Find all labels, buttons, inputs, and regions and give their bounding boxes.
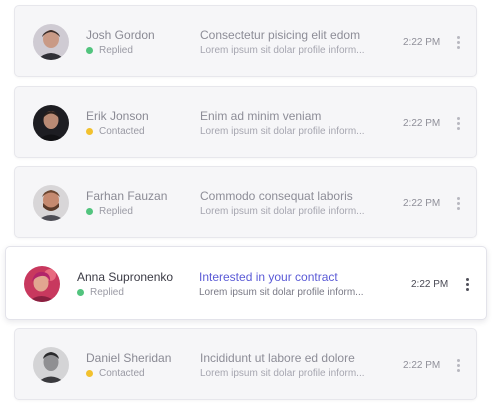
- status-label: Contacted: [99, 126, 145, 137]
- conversation-card[interactable]: Erik Jonson Contacted Enim ad minim veni…: [14, 86, 477, 158]
- message-subject: Enim ad minim veniam: [200, 109, 322, 123]
- kebab-menu-icon[interactable]: [454, 358, 464, 374]
- status-label: Replied: [99, 206, 133, 217]
- message-preview: Lorem ipsum sit dolar profile inform...: [200, 206, 365, 217]
- message-subject: Incididunt ut labore ed dolore: [200, 351, 355, 365]
- status-dot: [86, 370, 93, 377]
- contact-name: Farhan Fauzan: [86, 189, 168, 203]
- conversation-card[interactable]: Daniel Sheridan Contacted Incididunt ut …: [14, 328, 477, 400]
- message-preview: Lorem ipsum sit dolar profile inform...: [199, 287, 364, 298]
- conversation-card[interactable]: Farhan Fauzan Replied Commodo consequat …: [14, 166, 477, 238]
- message-subject: Consectetur pisicing elit edom: [200, 28, 361, 42]
- message-preview: Lorem ipsum sit dolar profile inform...: [200, 368, 365, 379]
- message-time: 2:22 PM: [403, 360, 441, 371]
- contact-name: Anna Supronenko: [77, 270, 174, 284]
- status-dot: [86, 208, 93, 215]
- status-dot: [77, 289, 84, 296]
- message-preview: Lorem ipsum sit dolar profile inform...: [200, 126, 365, 137]
- contact-name: Daniel Sheridan: [86, 351, 172, 365]
- contact-name: Erik Jonson: [86, 109, 149, 123]
- avatar: [33, 185, 69, 221]
- message-time: 2:22 PM: [411, 279, 449, 290]
- message-preview: Lorem ipsum sit dolar profile inform...: [200, 45, 365, 56]
- conversation-card[interactable]: Josh Gordon Replied Consectetur pisicing…: [14, 5, 477, 77]
- status-label: Replied: [99, 45, 133, 56]
- conversation-card-selected[interactable]: Anna Supronenko Replied Interested in yo…: [5, 246, 487, 320]
- kebab-menu-icon[interactable]: [454, 196, 464, 212]
- avatar: [33, 24, 69, 60]
- status-label: Contacted: [99, 368, 145, 379]
- message-time: 2:22 PM: [403, 198, 441, 209]
- avatar: [33, 347, 69, 383]
- status-dot: [86, 47, 93, 54]
- message-subject: Commodo consequat laboris: [200, 189, 353, 203]
- message-time: 2:22 PM: [403, 37, 441, 48]
- kebab-menu-icon[interactable]: [463, 277, 473, 293]
- status-dot: [86, 128, 93, 135]
- status-label: Replied: [90, 287, 124, 298]
- message-time: 2:22 PM: [403, 118, 441, 129]
- contact-name: Josh Gordon: [86, 28, 155, 42]
- kebab-menu-icon[interactable]: [454, 116, 464, 132]
- avatar: [33, 105, 69, 141]
- message-subject: Interested in your contract: [199, 270, 338, 284]
- avatar: [24, 266, 60, 302]
- kebab-menu-icon[interactable]: [454, 35, 464, 51]
